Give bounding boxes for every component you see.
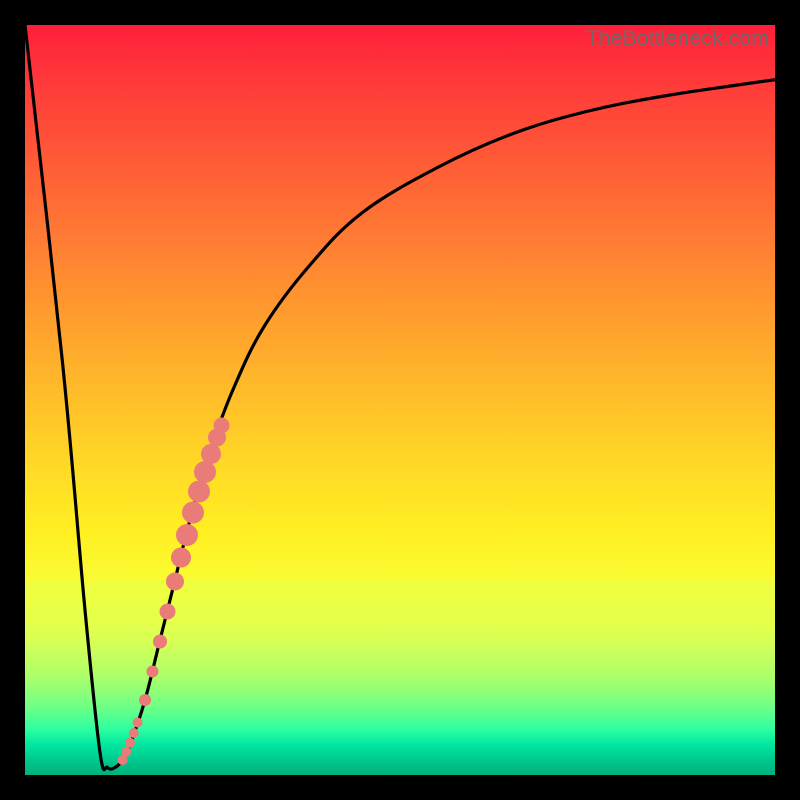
marker-dot xyxy=(201,444,221,464)
marker-dot xyxy=(194,461,216,483)
bottleneck-curve-svg xyxy=(25,25,775,775)
marker-dot xyxy=(166,573,184,591)
marker-dot xyxy=(129,728,139,738)
marker-dot xyxy=(176,524,198,546)
marker-dot xyxy=(182,502,204,524)
marker-dot xyxy=(188,481,210,503)
plot-area: TheBottleneck.com xyxy=(25,25,775,775)
marker-dot xyxy=(139,694,151,706)
marker-dot xyxy=(171,548,191,568)
marker-dot xyxy=(121,747,131,757)
marker-dot xyxy=(133,718,143,728)
marker-dot xyxy=(153,635,167,649)
watermark-text: TheBottleneck.com xyxy=(586,27,769,51)
chart-frame: TheBottleneck.com xyxy=(0,0,800,800)
marker-dot xyxy=(160,604,176,620)
bottleneck-curve xyxy=(25,25,775,770)
marker-dot xyxy=(125,738,135,748)
marker-dot xyxy=(214,418,230,434)
marker-dot xyxy=(147,666,159,678)
